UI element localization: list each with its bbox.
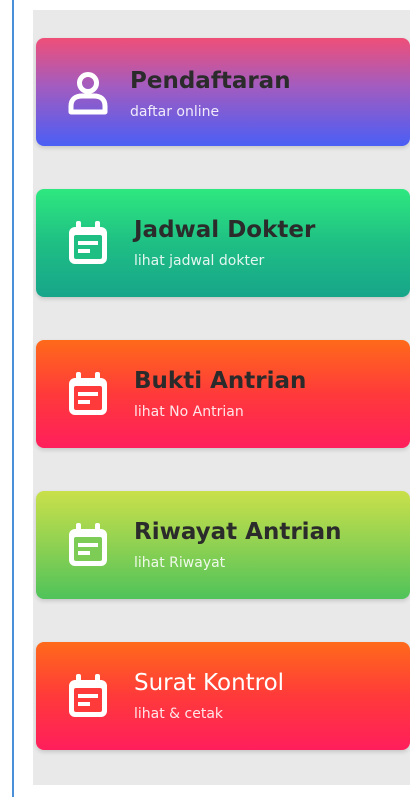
menu-card-jadwal-dokter[interactable]: Jadwal Dokter lihat jadwal dokter xyxy=(36,189,410,297)
menu-card-pendaftaran[interactable]: Pendaftaran daftar online xyxy=(36,38,410,146)
menu-card-surat-kontrol[interactable]: Surat Kontrol lihat & cetak xyxy=(36,642,410,750)
menu-card-riwayat-antrian[interactable]: Riwayat Antrian lihat Riwayat xyxy=(36,491,410,599)
menu-card-subtitle: lihat & cetak xyxy=(134,706,224,722)
menu-card-title: Riwayat Antrian xyxy=(134,519,342,545)
menu-card-bukti-antrian[interactable]: Bukti Antrian lihat No Antrian xyxy=(36,340,410,448)
menu-card-subtitle: daftar online xyxy=(130,104,220,120)
menu-card-subtitle: lihat Riwayat xyxy=(134,555,226,571)
menu-card-subtitle: lihat No Antrian xyxy=(134,404,244,420)
calendar-icon xyxy=(69,372,107,415)
menu-card-subtitle: lihat jadwal dokter xyxy=(134,253,265,269)
calendar-icon xyxy=(69,523,107,566)
menu-card-title: Pendaftaran xyxy=(130,68,291,94)
menu-card-title: Jadwal Dokter xyxy=(134,217,316,243)
menu-card-title: Bukti Antrian xyxy=(134,368,307,394)
calendar-icon xyxy=(69,221,107,264)
menu-card-title: Surat Kontrol xyxy=(134,670,285,696)
user-icon xyxy=(68,72,108,115)
calendar-icon xyxy=(69,674,107,717)
